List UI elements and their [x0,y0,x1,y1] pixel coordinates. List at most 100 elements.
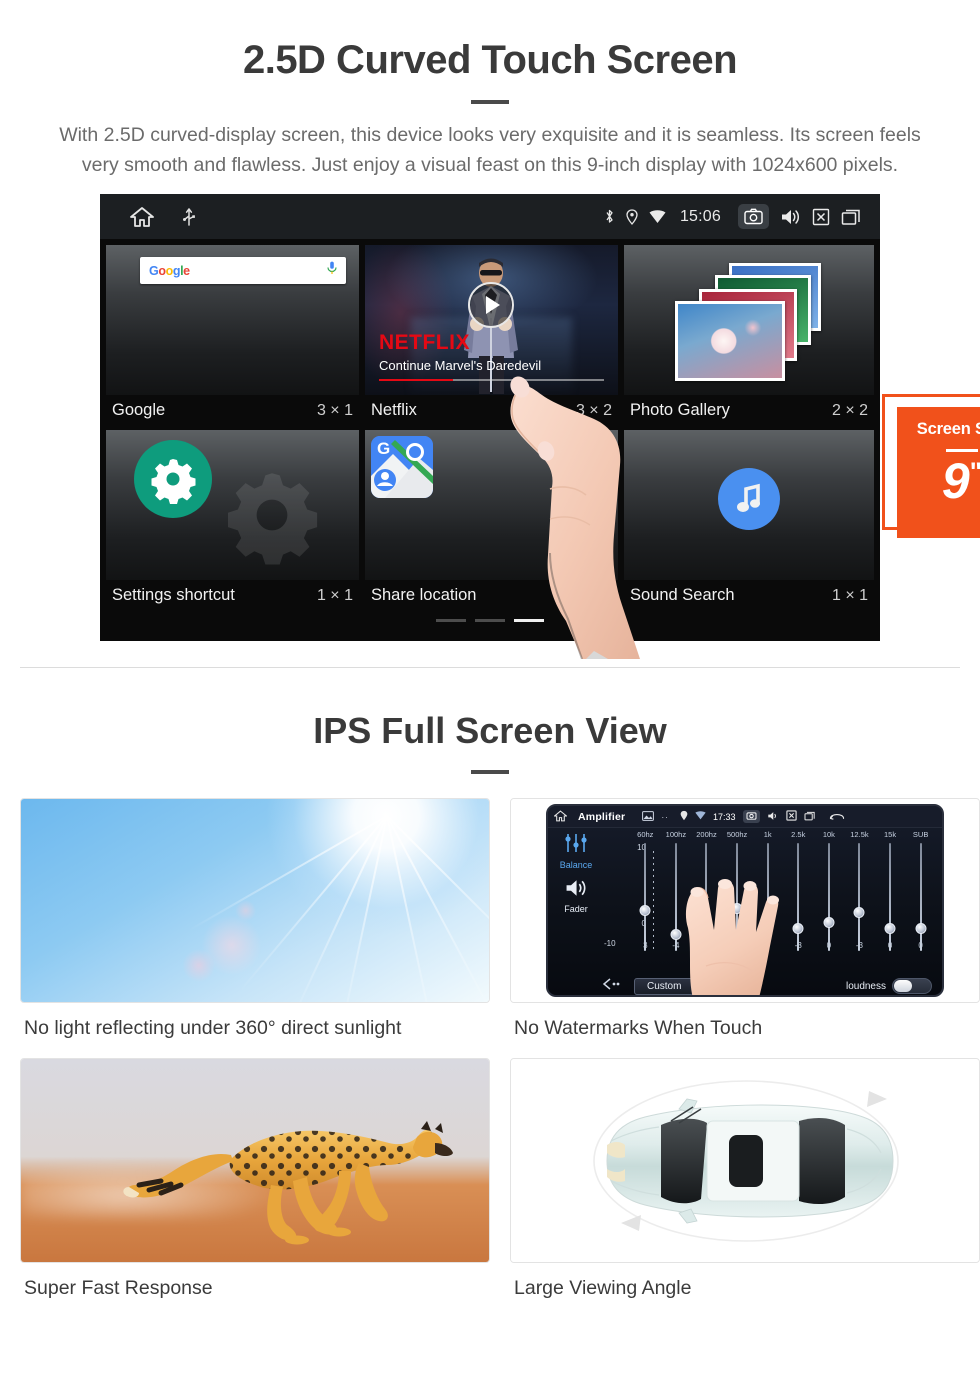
widget-card-settings-shortcut[interactable]: Settings shortcut 1 × 1 [106,430,359,615]
widget-card-share-location[interactable]: G Share location 1 × 1 [364,430,618,615]
loudness-label: loudness [845,980,886,992]
photo-card-front [674,301,785,382]
badge-label: Screen Size [916,420,980,439]
recents-icon[interactable] [841,208,862,226]
volume-icon[interactable] [780,208,801,226]
home-icon[interactable] [553,810,568,824]
photo-stack [669,261,829,382]
eq-band-label: 500hz [726,830,748,840]
search-input[interactable]: Google [140,257,346,285]
running-cheetah-illustration [21,1059,489,1263]
badge-unit: " [970,457,980,487]
feature-caption: No light reflecting under 360° direct su… [24,1017,402,1040]
settings-gear-widget[interactable] [106,430,359,581]
usb-icon[interactable] [182,207,196,227]
camera-icon[interactable] [742,810,760,824]
eq-band-label: 2.5k [791,830,806,840]
section-curved-touch-screen: 2.5D Curved Touch Screen With 2.5D curve… [0,0,980,669]
car-top-view-illustration [511,1059,979,1263]
recents-icon[interactable] [804,811,816,823]
eq-slider[interactable] [905,843,936,952]
eq-slider[interactable] [630,843,661,952]
eq-slider[interactable] [875,843,906,952]
android-widget-picker-screen[interactable]: 15:06 Google Google 3 × 1 NETFLIX Contin… [100,194,880,642]
wifi-icon [695,811,706,822]
feature-caption: Large Viewing Angle [514,1277,692,1300]
widget-name: Netflix [370,401,417,420]
volume-icon[interactable] [767,811,779,823]
netflix-subtitle: Continue Marvel's Daredevil [378,358,542,374]
widget-size: 1 × 1 [831,586,868,604]
loudness-toggle[interactable] [892,978,932,995]
widget-card-sound-search[interactable]: Sound Search 1 × 1 [623,430,874,615]
close-box-icon[interactable] [785,810,797,823]
netflix-artwork: NETFLIX Continue Marvel's Daredevil [364,245,618,396]
netflix-brand: NETFLIX [378,331,470,355]
section-two-underline [471,770,509,775]
status-bar: 15:06 [100,194,880,240]
widget-name: Share location [370,586,477,605]
netflix-progress-bar [378,378,604,382]
eq-band-label: 10k [822,830,835,840]
status-bar-clock: 15:06 [679,207,721,225]
blue-sky-sun-flare-illustration [21,799,489,1003]
wifi-icon [649,210,666,224]
close-box-icon[interactable] [812,208,830,226]
play-button-icon[interactable] [468,282,515,329]
microphone-icon[interactable] [327,261,337,280]
widget-size: 1 × 1 [575,586,612,604]
amplifier-screenshot: Amplifier ·· 17:33 Balance Fader 60hz 10… [511,799,979,1003]
widget-card-google[interactable]: Google Google 3 × 1 [106,245,359,430]
widget-label-row: Share location 1 × 1 [365,580,618,615]
widget-card-netflix[interactable]: NETFLIX Continue Marvel's Daredevil Netf… [364,245,618,430]
sound-search-widget[interactable] [623,430,874,581]
title-underline [471,100,509,104]
eq-band-label: 12.5k [850,830,869,840]
page-dot[interactable] [436,619,466,623]
camera-icon[interactable] [738,204,769,230]
page-indicator[interactable] [106,615,874,623]
feature-card-fast-response: Super Fast Response [20,1058,490,1318]
settings-gear-icon [134,440,212,519]
more-dots-icon[interactable]: ·· [661,812,669,822]
page-dot[interactable] [475,619,505,623]
intro-paragraph: With 2.5D curved-display screen, this de… [59,124,921,177]
netflix-widget[interactable]: NETFLIX Continue Marvel's Daredevil [364,245,618,396]
fader-label[interactable]: Fader [552,904,600,914]
bluetooth-icon [604,208,615,225]
widget-size: 3 × 1 [316,401,353,419]
image-icon[interactable] [642,811,655,823]
widget-label-row: Settings shortcut 1 × 1 [106,580,359,615]
eq-slider[interactable] [844,843,875,952]
back-icon[interactable] [829,811,845,822]
amp-clock: 17:33 [712,811,736,822]
eq-band-label: 15k [884,830,897,840]
eq-band-label: 100hz [665,830,687,840]
previous-preset-icon[interactable] [602,977,620,995]
google-maps-widget[interactable]: G [364,430,618,581]
eq-slider[interactable] [814,843,845,952]
eq-band-labels: 60hz 100hz 200hz 500hz 1k 2.5k 10k 12.5k… [630,830,936,839]
widget-card-photo-gallery[interactable]: Photo Gallery 2 × 2 [623,245,874,430]
badge-divider [946,449,978,453]
badge-number: 9 [941,453,970,510]
section-two-title: IPS Full Screen View [313,710,667,752]
page-dot-active[interactable] [514,619,544,623]
balance-label[interactable]: Balance [552,860,600,870]
home-icon[interactable] [130,206,154,228]
balance-icon[interactable] [552,832,600,859]
location-icon [680,810,688,823]
feature-caption: No Watermarks When Touch [514,1017,763,1040]
music-note-icon [717,468,780,531]
widget-label-row: Sound Search 1 × 1 [624,580,874,615]
page-title: 2.5D Curved Touch Screen [242,38,738,82]
svg-text:G: G [377,439,390,458]
loudness-control[interactable]: loudness [845,978,932,995]
google-search-widget[interactable]: Google [106,245,359,396]
fader-icon[interactable] [552,878,600,903]
amp-side-controls: Balance Fader [552,832,600,914]
car-image [510,1058,980,1264]
feature-card-viewing-angle: Large Viewing Angle [510,1058,980,1318]
widget-size: 2 × 2 [831,401,868,419]
photo-gallery-widget[interactable] [623,245,874,396]
